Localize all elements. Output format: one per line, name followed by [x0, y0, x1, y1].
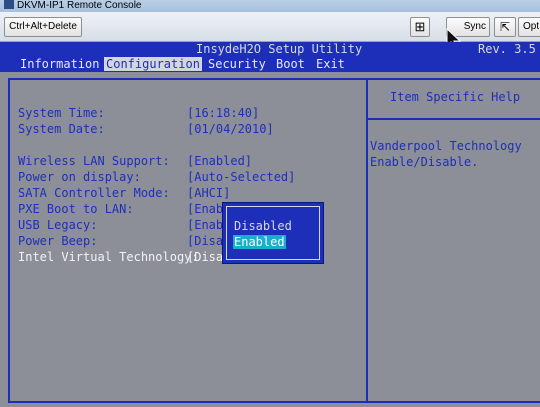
setting-value[interactable]: [Disa — [187, 234, 223, 248]
setting-label: Intel Virtual Technology: — [18, 250, 199, 264]
option-popup-border — [226, 206, 320, 260]
setting-value[interactable]: [01/04/2010] — [187, 122, 274, 136]
cursor-icon[interactable]: ⇱ — [494, 17, 516, 37]
setting-label: System Time: — [18, 106, 105, 120]
help-divider — [368, 118, 540, 120]
popup-option-disabled[interactable]: Disabled — [233, 219, 293, 233]
help-line: Enable/Disable. — [370, 155, 479, 169]
setting-value[interactable]: [Auto-Selected] — [187, 170, 295, 184]
options-button[interactable]: Opt — [518, 17, 540, 37]
setting-value[interactable]: [Enabled] — [187, 154, 252, 168]
ctrl-alt-delete-button[interactable]: Ctrl+Alt+Delete — [4, 17, 82, 37]
app-icon — [4, 0, 14, 9]
revision-label: Rev. 3.5 — [478, 42, 536, 56]
setting-label: USB Legacy: — [18, 218, 98, 232]
setting-label: Power on display: — [18, 170, 141, 184]
menu-boot[interactable]: Boot — [274, 57, 307, 71]
setting-value[interactable]: [Enab — [187, 218, 223, 232]
menu-security[interactable]: Security — [206, 57, 268, 71]
setting-value[interactable]: [AHCI] — [187, 186, 230, 200]
setting-label: SATA Controller Mode: — [18, 186, 170, 200]
help-text: Vanderpool Technology Enable/Disable. — [370, 138, 522, 170]
setting-value[interactable]: [Enab — [187, 202, 223, 216]
help-title: Item Specific Help — [390, 90, 521, 104]
setting-label: Wireless LAN Support: — [18, 154, 170, 168]
popup-option-enabled[interactable]: Enabled — [233, 235, 286, 249]
setting-label: System Date: — [18, 122, 105, 136]
help-line: Vanderpool Technology — [370, 139, 522, 153]
bios-menu-bar: Information Configuration Security Boot … — [0, 56, 540, 72]
fit-screen-icon[interactable]: ⊞ — [410, 17, 430, 37]
option-popup: Disabled Enabled — [222, 202, 324, 264]
bios-header: InsydeH2O Setup Utility Rev. 3.5 — [0, 42, 540, 56]
toolbar: Ctrl+Alt+Delete ⊞ Sync ⇱ Opt — [0, 12, 540, 50]
setting-label: PXE Boot to LAN: — [18, 202, 134, 216]
setting-value[interactable]: [Disa — [187, 250, 223, 264]
menu-exit[interactable]: Exit — [314, 57, 347, 71]
setting-value[interactable]: [16:18:40] — [187, 106, 259, 120]
utility-title: InsydeH2O Setup Utility — [196, 42, 363, 56]
window-title-bar: DKVM-IP1 Remote Console — [0, 0, 540, 12]
setting-label: Power Beep: — [18, 234, 98, 248]
menu-information[interactable]: Information — [18, 57, 101, 71]
bios-screen: InsydeH2O Setup Utility Rev. 3.5 Informa… — [0, 42, 540, 407]
window-title: DKVM-IP1 Remote Console — [17, 0, 142, 11]
menu-configuration[interactable]: Configuration — [104, 57, 202, 71]
panel-divider — [366, 78, 368, 403]
